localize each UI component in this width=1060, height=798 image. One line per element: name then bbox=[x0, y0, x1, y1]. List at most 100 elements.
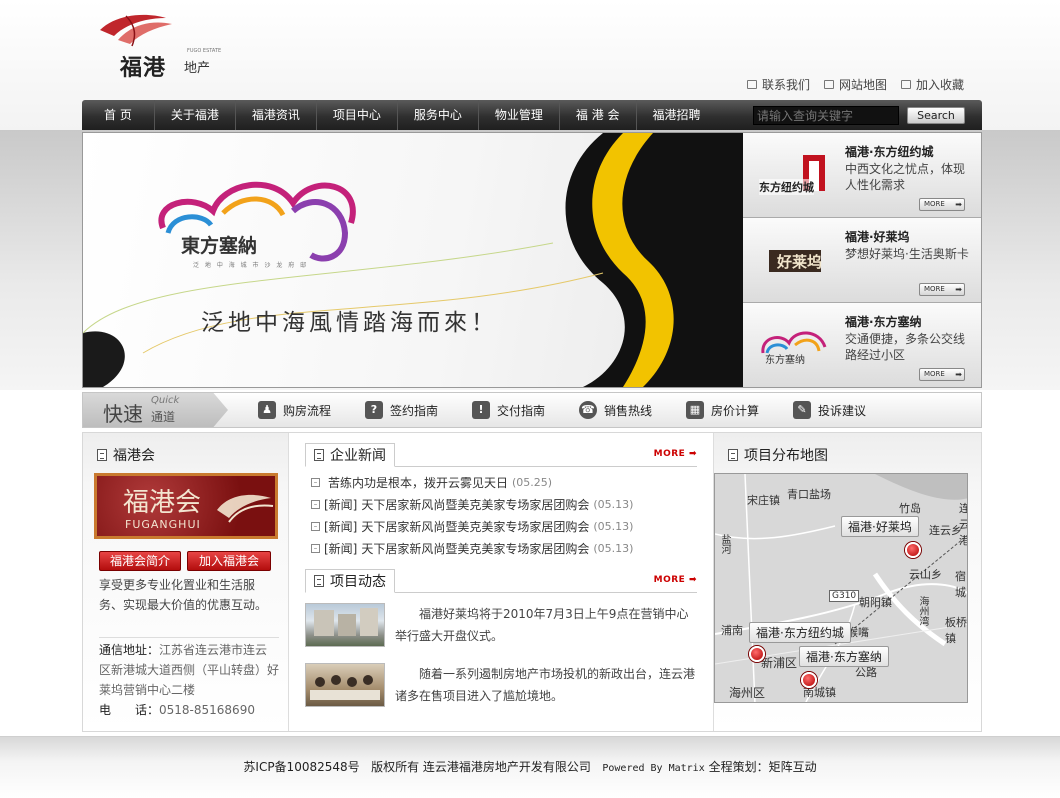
list-item[interactable]: 福港好莱坞将于2010年7月3日上午9点在营销中心举行盛大开盘仪式。 bbox=[305, 603, 697, 657]
map-pin-newyork[interactable] bbox=[749, 646, 765, 662]
map-tag-seine[interactable]: 福港·东方塞纳 bbox=[799, 646, 889, 667]
banner: 東方塞納 泛 地 中 海 城 市 沙 龙 府 邸 泛地中海風情踏海而來！ 东方纽… bbox=[82, 132, 982, 388]
projects-more-link[interactable]: MORE ➡ bbox=[654, 575, 697, 585]
logo-mark-icon bbox=[100, 14, 172, 47]
icp-number[interactable]: 苏ICP备10082548号 bbox=[243, 760, 359, 774]
quick-link-contract[interactable]: ? 签约指南 bbox=[365, 401, 472, 419]
nav-jobs[interactable]: 福港招聘 bbox=[637, 100, 717, 130]
document-icon bbox=[728, 449, 738, 461]
plan-label: 全程策划： bbox=[708, 760, 769, 774]
map-roads-icon bbox=[715, 474, 967, 702]
project-card[interactable]: 好莱坞 福港·好莱坞 梦想好莱坞·生活奥斯卡 MORE bbox=[743, 218, 981, 303]
nav-service[interactable]: 服务中心 bbox=[398, 100, 479, 130]
logo-sub: 地产 bbox=[184, 61, 211, 76]
project-news-text: 随着一系列遏制房地产市场投机的新政出台，连云港诸多在售项目进入了尴尬境地。 bbox=[395, 667, 696, 703]
main-nav: 首 页 关于福港 福港资讯 项目中心 服务中心 物业管理 福 港 会 福港招聘 … bbox=[82, 100, 982, 130]
quick-label: 快速 Quick 通道 bbox=[83, 393, 228, 427]
top-links: 联系我们 网站地图 加入收藏 bbox=[746, 76, 964, 93]
contact-info: 通信地址：江苏省连云港市连云区新港城大道西侧（平山转盘）好莱坞营销中心二楼 电 … bbox=[99, 637, 279, 720]
map-tag-newyork[interactable]: 福港·东方纽约城 bbox=[749, 622, 851, 643]
quick-link-process[interactable]: ♟ 购房流程 bbox=[258, 401, 365, 419]
bookmark-icon bbox=[900, 80, 911, 89]
news-header: 企业新闻 MORE ➡ bbox=[305, 443, 697, 467]
project-card[interactable]: 东方塞纳 福港·东方塞纳 交通便捷，多条公交线路经过小区 MORE bbox=[743, 303, 981, 387]
more-button[interactable]: MORE bbox=[919, 198, 965, 211]
club-banner-image[interactable]: 福港会 FUGANGHUI bbox=[94, 473, 278, 539]
document-icon bbox=[314, 449, 324, 461]
project-thumbnail[interactable] bbox=[305, 603, 385, 647]
hero-art-icon bbox=[83, 133, 743, 387]
mail-icon bbox=[746, 80, 757, 89]
project-thumbnail[interactable] bbox=[305, 663, 385, 707]
club-join-button[interactable]: 加入福港会 bbox=[187, 551, 271, 571]
sitemap-link[interactable]: 网站地图 bbox=[823, 76, 887, 93]
more-button[interactable]: MORE bbox=[919, 368, 965, 381]
club-intro-button[interactable]: 福港会简介 bbox=[99, 551, 181, 571]
news-list: – 苦练内功是根本，拨开云雾见天日 (05.25) – [新闻] 天下居家新风尚… bbox=[305, 471, 697, 559]
nav-news[interactable]: 福港资讯 bbox=[236, 100, 317, 130]
project-map[interactable]: 青口盐场 宋庄镇 竹岛 连云港 连云乡 云山乡 宿城 朝阳镇 G310 板桥镇 … bbox=[714, 473, 968, 703]
map-tag-hollywood[interactable]: 福港·好莱坞 bbox=[841, 516, 919, 537]
chat-icon: ✎ bbox=[793, 401, 811, 419]
quick-link-delivery[interactable]: ! 交付指南 bbox=[472, 401, 579, 419]
list-item[interactable]: – 苦练内功是根本，拨开云雾见天日 (05.25) bbox=[305, 471, 697, 493]
nav-projects[interactable]: 项目中心 bbox=[317, 100, 398, 130]
plan-link[interactable]: 矩阵互动 bbox=[769, 760, 817, 774]
club-header: 福港会 bbox=[97, 445, 155, 465]
map-panel: 项目分布地图 青口盐场 宋庄镇 竹岛 连云港 连云乡 云山乡 宿城 朝阳镇 G3… bbox=[713, 433, 981, 731]
search-button[interactable]: Search bbox=[907, 107, 965, 124]
project-desc: 交通便捷，多条公交线路经过小区 bbox=[845, 332, 966, 362]
projects-header: 项目动态 MORE ➡ bbox=[305, 569, 697, 593]
project-title: 福港·东方纽约城 bbox=[845, 145, 934, 159]
list-item[interactable]: 随着一系列遏制房地产市场投机的新政出台，连云港诸多在售项目进入了尴尬境地。 bbox=[305, 663, 697, 717]
site-logo[interactable]: 福港 FUGO ESTATE 地产 bbox=[96, 10, 226, 81]
club-panel: 福港会 福港会 FUGANGHUI 福港会简介 加入福港会 享受更多专业化置业和… bbox=[83, 433, 289, 731]
contact-link[interactable]: 联系我们 bbox=[746, 76, 810, 93]
footer: 苏ICP备10082548号 版权所有 连云港福港房地产开发有限公司 Power… bbox=[0, 758, 1060, 775]
meeting-photo-icon bbox=[310, 675, 380, 700]
news-panel: 企业新闻 MORE ➡ – 苦练内功是根本，拨开云雾见天日 (05.25) – … bbox=[305, 433, 697, 731]
list-item[interactable]: – [新闻] 天下居家新风尚暨美克美家专场家居团购会 (05.13) bbox=[305, 515, 697, 537]
phone-icon: ☎ bbox=[579, 401, 597, 419]
club-description: 享受更多专业化置业和生活服务、实现最大价值的优惠互动。 bbox=[99, 578, 268, 612]
project-logo: 东方纽约城 bbox=[755, 153, 835, 201]
project-news-text: 福港好莱坞将于2010年7月3日上午9点在营销中心举行盛大开盘仪式。 bbox=[395, 607, 689, 643]
nav-about[interactable]: 关于福港 bbox=[155, 100, 236, 130]
question-icon: ? bbox=[365, 401, 383, 419]
hero-brand: 東方塞納 bbox=[181, 235, 258, 257]
bookmark-link[interactable]: 加入收藏 bbox=[900, 76, 964, 93]
logo-tag: FUGO ESTATE bbox=[187, 48, 222, 54]
map-pin-seine[interactable] bbox=[801, 672, 817, 688]
quick-link-calc[interactable]: ▦ 房价计算 bbox=[686, 401, 793, 419]
copyright-text: 版权所有 连云港福港房地产开发有限公司 bbox=[371, 760, 591, 774]
project-desc: 中西文化之忧点，体现人性化需求 bbox=[845, 162, 966, 192]
document-icon bbox=[97, 449, 107, 461]
search-input[interactable] bbox=[753, 106, 899, 125]
quick-link-hotline[interactable]: ☎ 销售热线 bbox=[579, 401, 686, 419]
sitemap-icon bbox=[823, 80, 834, 89]
project-card[interactable]: 东方纽约城 福港·东方纽约城 中西文化之忧点，体现人性化需求 MORE bbox=[743, 133, 981, 218]
hero-brand-sub: 泛 地 中 海 城 市 沙 龙 府 邸 bbox=[193, 262, 309, 269]
nav-property[interactable]: 物业管理 bbox=[479, 100, 560, 130]
nav-club[interactable]: 福 港 会 bbox=[560, 100, 637, 130]
exclamation-icon: ! bbox=[472, 401, 490, 419]
list-item[interactable]: – [新闻] 天下居家新风尚暨美克美家专场家居团购会 (05.13) bbox=[305, 493, 697, 515]
map-header: 项目分布地图 bbox=[728, 445, 828, 465]
bullet-icon: – bbox=[311, 477, 320, 487]
banner-project-list: 东方纽约城 福港·东方纽约城 中西文化之忧点，体现人性化需求 MORE 好莱坞 … bbox=[743, 133, 981, 387]
list-item[interactable]: – [新闻] 天下居家新风尚暨美克美家专场家居团购会 (05.13) bbox=[305, 537, 697, 559]
more-button[interactable]: MORE bbox=[919, 283, 965, 296]
nav-home[interactable]: 首 页 bbox=[82, 100, 155, 130]
calculator-icon: ▦ bbox=[686, 401, 704, 419]
quick-bar: 快速 Quick 通道 ♟ 购房流程 ? 签约指南 ! 交付指南 ☎ 销售热线 ▦ 房价计… bbox=[82, 392, 982, 428]
projects-list: 福港好莱坞将于2010年7月3日上午9点在营销中心举行盛大开盘仪式。 随着一系列… bbox=[305, 603, 697, 717]
quick-links: ♟ 购房流程 ? 签约指南 ! 交付指南 ☎ 销售热线 ▦ 房价计算 ✎ 投诉建议 bbox=[258, 401, 900, 419]
project-logo: 好莱坞 bbox=[755, 236, 835, 284]
bullet-icon: – bbox=[311, 521, 320, 531]
project-desc: 梦想好莱坞·生活奥斯卡 bbox=[845, 247, 969, 261]
news-more-link[interactable]: MORE ➡ bbox=[654, 449, 697, 459]
quick-link-feedback[interactable]: ✎ 投诉建议 bbox=[793, 401, 900, 419]
map-pin-hollywood[interactable] bbox=[905, 542, 921, 558]
hero-image[interactable]: 東方塞納 泛 地 中 海 城 市 沙 龙 府 邸 泛地中海風情踏海而來！ bbox=[83, 133, 743, 387]
powered-by[interactable]: Powered By Matrix bbox=[602, 763, 704, 774]
